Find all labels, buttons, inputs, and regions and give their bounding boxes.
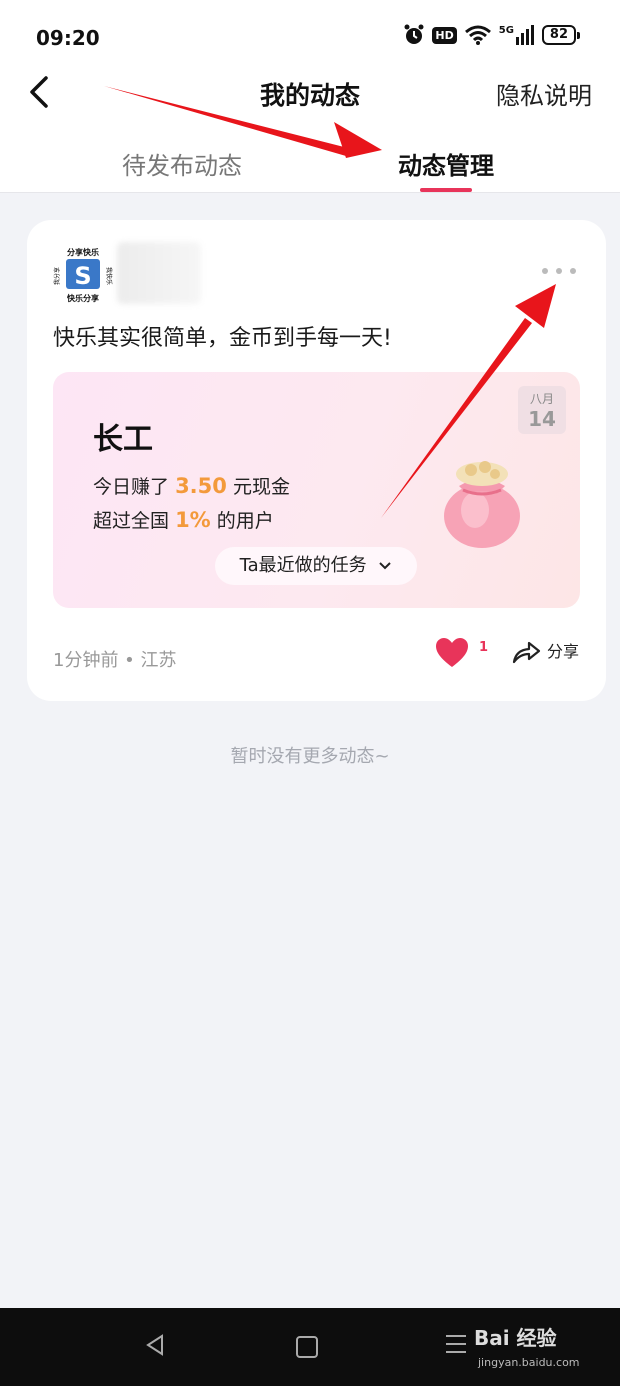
earnings-prefix: 今日赚了 [93,476,170,498]
privacy-link[interactable]: 隐私说明 [496,76,592,111]
top-bar: 09:20 HD 5G 82 我的动态 隐私说明 待发布动态 动态管理 [0,0,620,193]
nav-home-icon[interactable] [296,1336,318,1358]
date-badge: 八月 14 [518,386,566,434]
watermark-logo: Bai 经验 [474,1326,557,1350]
avatar-top-text: 分享快乐 [67,247,99,257]
heart-icon [436,638,468,667]
tab-post-management[interactable]: 动态管理 [398,146,494,181]
avatar-letter: S [74,262,91,290]
post-text: 快乐其实很简单，金币到手每一天! [53,326,392,351]
avatar-left-text: 我分享 [53,267,61,285]
no-more-posts: 暂时没有更多动态~ [230,746,390,767]
blurred-username [117,242,201,304]
earnings-amount: 3.50 [175,474,227,498]
like-button[interactable]: 1 [435,638,488,668]
status-icons: HD 5G 82 [404,24,581,46]
ranking-prefix: 超过全国 [93,510,170,532]
avatar-logo: 分享快乐 快乐分享 我分享 我快乐 S [53,244,113,304]
money-bag-icon [444,461,520,548]
share-icon [512,641,541,664]
recent-tasks-label: Ta最近做的任务 [239,555,367,576]
active-tab-indicator [420,188,472,192]
post-card: 分享快乐 快乐分享 我分享 我快乐 S 快乐其实很简单，金币到手每一天! 八月 … [27,220,606,701]
earnings-line: 今日赚了 3.50 元现金 [93,472,290,499]
avatar[interactable]: 分享快乐 快乐分享 我分享 我快乐 S [53,244,113,304]
like-count: 1 [479,640,489,655]
avatar-bottom-text: 快乐分享 [67,293,99,303]
watermark-url: jingyan.baidu.com [478,1356,580,1369]
share-button[interactable]: 分享 [511,638,579,664]
nav-menu-icon[interactable] [444,1332,468,1356]
ranking-line: 超过全国 1% 的用户 [93,506,274,533]
network-type: 5G [498,25,514,36]
system-nav-bar: Bai 经验 jingyan.baidu.com [0,1308,620,1386]
ranking-suffix: 的用户 [216,510,274,532]
wifi-icon [464,25,491,45]
ranking-percent: 1% [175,508,211,532]
date-month: 八月 [529,392,554,406]
post-meta: 1分钟前 • 江苏 [53,650,177,671]
task-achievement-card[interactable]: 八月 14 长工 今日赚了 3.50 元现金 超过全国 1% 的用户 Ta最近做… [53,372,580,608]
alarm-icon [404,24,424,44]
battery-icon: 82 [541,25,581,45]
status-bar: 09:20 HD 5G 82 [0,0,620,76]
recent-tasks-button[interactable]: Ta最近做的任务 [215,547,417,585]
avatar-right-text: 我快乐 [105,267,113,285]
signal-icon: 5G [499,25,534,45]
nav-back-icon[interactable] [144,1334,166,1356]
tab-pending-posts[interactable]: 待发布动态 [122,146,242,181]
more-options-icon[interactable] [542,264,576,278]
date-day: 14 [528,407,556,431]
status-time: 09:20 [36,26,100,50]
share-label: 分享 [547,642,580,661]
hd-icon: HD [432,26,457,44]
task-title: 长工 [93,422,153,457]
earnings-suffix: 元现金 [232,476,290,498]
chevron-down-icon [379,562,392,570]
